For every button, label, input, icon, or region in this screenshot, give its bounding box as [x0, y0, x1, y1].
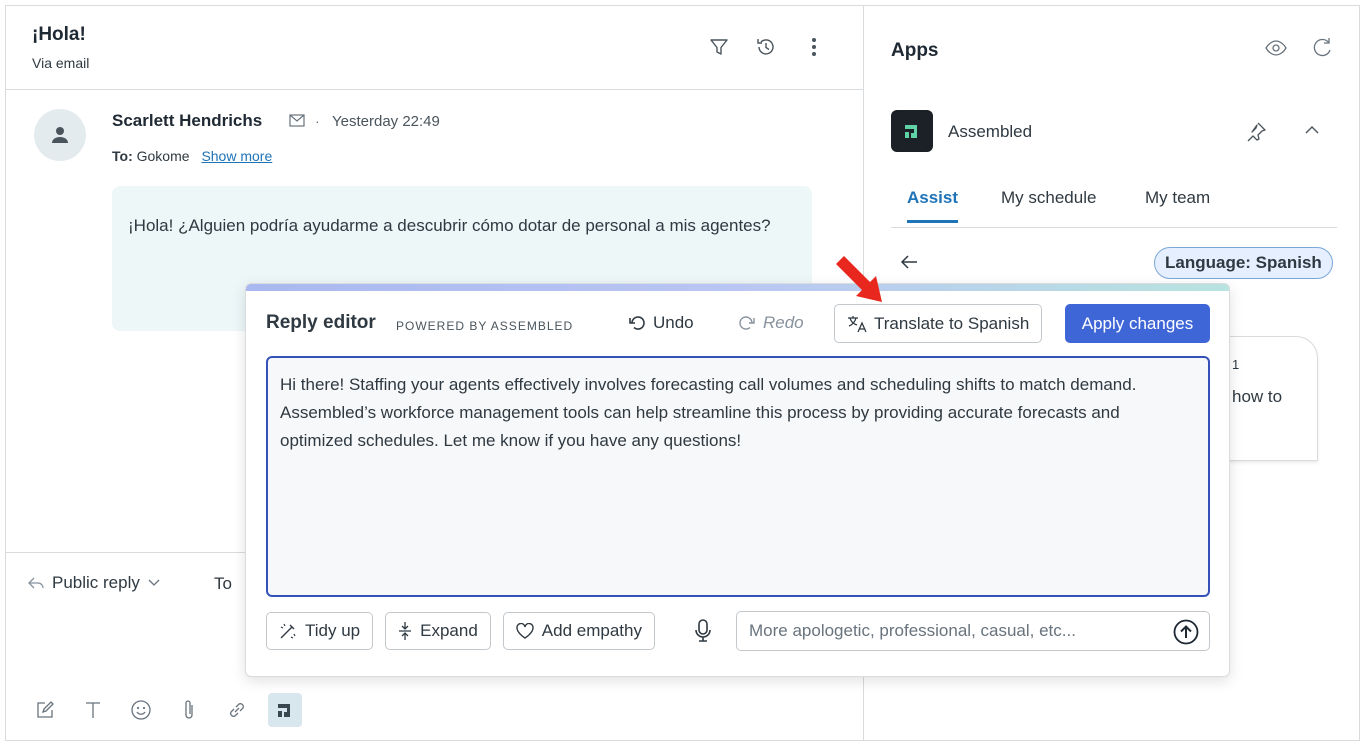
tab-my-schedule[interactable]: My schedule — [1001, 188, 1096, 220]
redo-label: Redo — [763, 313, 804, 332]
emoji-icon[interactable] — [124, 693, 158, 727]
refresh-icon[interactable] — [1312, 36, 1334, 63]
message-body: ¡Hola! ¿Alguien podría ayudarme a descub… — [128, 216, 771, 235]
attachment-icon[interactable] — [172, 693, 206, 727]
chevron-down-icon — [148, 579, 160, 586]
redo-button: Redo — [738, 313, 804, 333]
app-name: Assembled — [948, 122, 1033, 141]
apps-title: Apps — [891, 40, 939, 61]
redo-icon — [739, 316, 755, 330]
powered-by-label: POWERED BY ASSEMBLED — [396, 319, 574, 333]
suggestion-text: how to — [1232, 387, 1283, 406]
tab-my-team[interactable]: My team — [1145, 188, 1210, 220]
user-icon — [52, 127, 68, 143]
sender-name[interactable]: Scarlett Hendrichs — [112, 111, 262, 131]
avatar — [34, 109, 86, 161]
microphone-icon[interactable] — [694, 619, 712, 648]
history-icon[interactable] — [753, 34, 779, 60]
editor-actions: Tidy up Expand Add empathy — [266, 612, 655, 650]
email-icon — [289, 114, 305, 132]
reply-to-label[interactable]: To — [214, 574, 232, 594]
link-icon[interactable] — [220, 693, 254, 727]
app-tabs: Assist My schedule My team — [891, 186, 1337, 228]
more-vertical-icon[interactable] — [801, 34, 827, 60]
add-empathy-button[interactable]: Add empathy — [502, 612, 655, 650]
show-more-link[interactable]: Show more — [201, 148, 272, 164]
filter-icon[interactable] — [706, 34, 732, 60]
expand-icon — [399, 622, 412, 640]
recipient-name: Gokome — [136, 148, 190, 164]
reply-draft-textarea[interactable]: Hi there! Staffing your agents effective… — [266, 356, 1210, 597]
reply-type-label: Public reply — [52, 573, 140, 592]
ticket-title: ¡Hola! — [32, 24, 86, 45]
ticket-header: ¡Hola! Via email — [6, 6, 864, 90]
ticket-channel: Via email — [32, 55, 90, 71]
expand-button[interactable]: Expand — [385, 612, 491, 650]
assembled-app-icon[interactable] — [268, 693, 302, 727]
undo-button[interactable]: Undo — [628, 313, 694, 333]
separator-dot: · — [315, 113, 320, 129]
undo-icon — [629, 316, 645, 330]
apply-changes-button[interactable]: Apply changes — [1065, 304, 1210, 343]
back-arrow-icon[interactable] — [900, 252, 918, 275]
reply-type-dropdown[interactable]: Public reply — [28, 573, 160, 593]
add-empathy-label: Add empathy — [541, 621, 642, 640]
language-badge: Language: Spanish — [1154, 247, 1333, 279]
assembled-logo — [891, 110, 933, 152]
tidy-up-button[interactable]: Tidy up — [266, 612, 374, 650]
annotation-arrow-icon — [832, 252, 888, 313]
reply-arrow-icon — [28, 577, 44, 589]
eye-icon[interactable] — [1264, 38, 1288, 63]
expand-label: Expand — [420, 621, 478, 640]
editor-title: Reply editor — [266, 312, 376, 333]
recipient-line: To: Gokome Show more — [112, 148, 272, 164]
translate-label: Translate to Spanish — [874, 313, 1030, 333]
message-timestamp: Yesterday 22:49 — [332, 113, 440, 130]
tab-assist[interactable]: Assist — [907, 188, 959, 223]
assembled-logo-icon — [905, 125, 917, 138]
reply-editor-modal: Reply editor POWERED BY ASSEMBLED Undo R… — [245, 283, 1230, 677]
magic-wand-icon — [280, 623, 296, 639]
editor-gradient-bar — [246, 284, 1229, 291]
compose-icon[interactable] — [28, 693, 62, 727]
undo-label: Undo — [653, 313, 694, 332]
pin-icon[interactable] — [1244, 120, 1268, 149]
text-format-icon[interactable] — [76, 693, 110, 727]
to-label: To: — [112, 148, 133, 164]
heart-icon — [516, 623, 534, 639]
send-prompt-icon[interactable] — [1173, 619, 1199, 645]
composer-toolbar — [28, 693, 302, 727]
suggestion-fragment: 1 — [1232, 357, 1240, 372]
custom-prompt-field — [736, 611, 1210, 651]
translate-icon — [848, 315, 867, 332]
chevron-up-icon[interactable] — [1304, 122, 1320, 140]
tidy-up-label: Tidy up — [305, 621, 361, 640]
custom-prompt-input[interactable] — [749, 612, 1159, 650]
